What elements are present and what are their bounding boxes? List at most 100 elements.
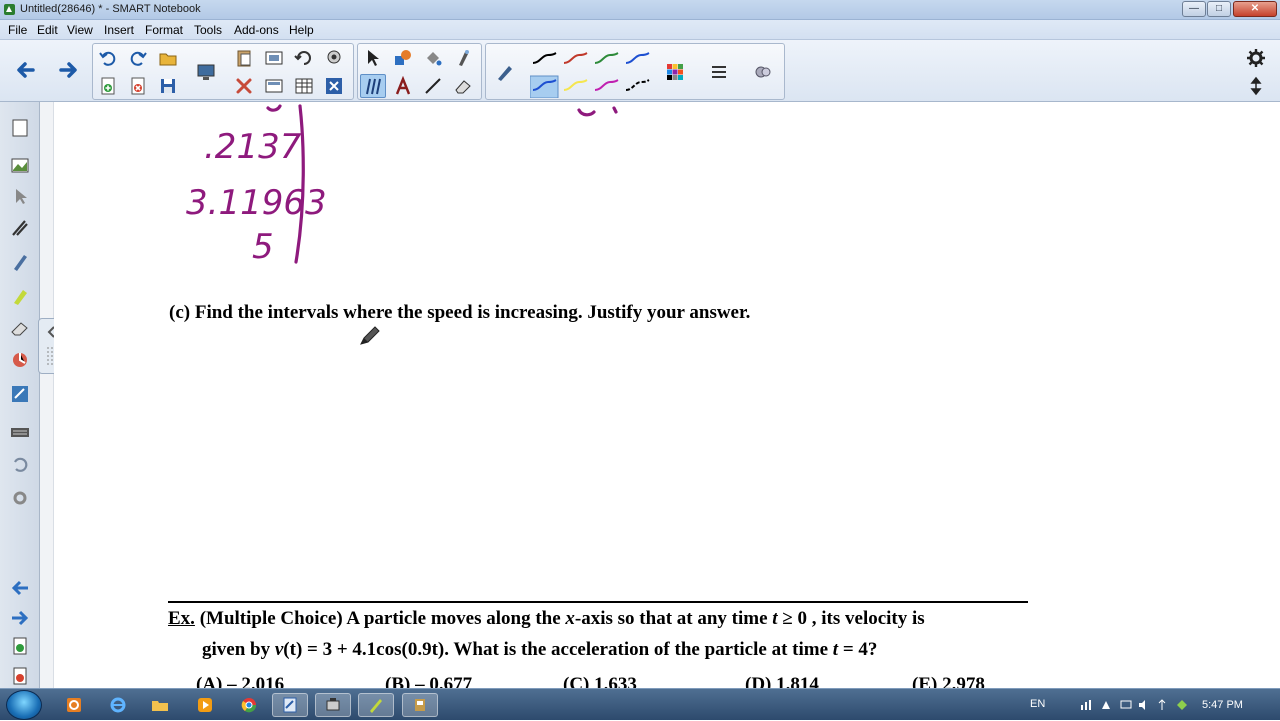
pen-swatch-7[interactable] — [594, 79, 619, 91]
internet-explorer-icon[interactable] — [100, 693, 136, 717]
reset-page-icon[interactable] — [291, 46, 317, 70]
title-bar: Untitled(28646) * - SMART Notebook — □ ✕ — [0, 0, 1280, 20]
menu-view[interactable]: View — [67, 23, 93, 37]
delete-icon[interactable] — [6, 662, 34, 690]
menu-help[interactable]: Help — [289, 23, 314, 37]
page-sorter-icon[interactable] — [6, 114, 34, 142]
file-explorer-icon[interactable] — [142, 693, 178, 717]
properties-icon[interactable] — [706, 60, 732, 84]
pen-swatch-8[interactable] — [625, 79, 650, 91]
chrome-icon[interactable] — [231, 693, 267, 717]
color-palette-icon[interactable] — [662, 60, 688, 84]
window-title: Untitled(28646) * - SMART Notebook — [20, 3, 201, 15]
addons-icon[interactable] — [6, 248, 34, 276]
highlighter-icon[interactable] — [6, 282, 34, 310]
media-player-icon[interactable] — [187, 693, 223, 717]
menu-format[interactable]: Format — [145, 23, 183, 37]
move-toolbar-icon[interactable] — [1243, 74, 1269, 98]
pen-swatch-2[interactable] — [563, 52, 588, 64]
clear-ink-icon[interactable] — [321, 74, 347, 98]
sidebar-scrollbar[interactable] — [40, 102, 54, 688]
pen-swatch-3[interactable] — [594, 52, 619, 64]
menu-file[interactable]: File — [8, 23, 27, 37]
screen-capture-icon[interactable] — [261, 46, 287, 70]
monitor-tray-icon[interactable] — [1120, 699, 1132, 711]
pen-swatch-1[interactable] — [532, 52, 557, 64]
lines-icon[interactable] — [6, 346, 34, 374]
shapes-icon[interactable] — [390, 46, 416, 70]
question-c-text: (c) Find the intervals where the speed i… — [169, 302, 751, 323]
attachments-icon[interactable] — [750, 60, 776, 84]
pen-style-swatches[interactable] — [530, 48, 650, 98]
undo-icon[interactable] — [95, 46, 121, 70]
smart-board-tray-icon[interactable] — [1176, 699, 1188, 711]
properties-icon[interactable] — [6, 214, 34, 242]
undo-icon[interactable] — [6, 450, 34, 478]
document-camera-icon[interactable] — [321, 46, 347, 70]
select-icon[interactable] — [360, 46, 386, 70]
delete-icon[interactable] — [231, 74, 257, 98]
pens-icon[interactable] — [360, 74, 386, 98]
back-icon[interactable] — [6, 574, 34, 602]
pen-icon[interactable] — [492, 60, 518, 84]
ink-value-3: 5 — [252, 227, 274, 267]
menu-tools[interactable]: Tools — [194, 23, 222, 37]
whiteboard-canvas[interactable]: .2137 3.11963 5 (c) Find the intervals w… — [54, 102, 1280, 688]
full-screen-icon[interactable] — [261, 74, 287, 98]
line-icon[interactable] — [420, 74, 446, 98]
add-page-icon[interactable] — [6, 632, 34, 660]
action-center-tray-icon[interactable] — [1100, 699, 1112, 711]
system-tray: EN 5:47 PM — [1020, 689, 1280, 721]
pen-swatch-6[interactable] — [563, 79, 588, 91]
example-text-1a: (Multiple Choice) A particle moves along… — [194, 608, 566, 629]
menu-insert[interactable]: Insert — [104, 23, 134, 37]
attachments-icon[interactable] — [6, 182, 34, 210]
save-icon[interactable] — [155, 74, 181, 98]
ink-value-1: .2137 — [204, 127, 302, 167]
table-icon[interactable] — [291, 74, 317, 98]
redo-icon[interactable] — [125, 46, 151, 70]
back-icon[interactable] — [12, 58, 38, 82]
example-text-2c: = 4? — [838, 639, 878, 660]
settings-icon[interactable] — [6, 484, 34, 512]
keyboard-icon[interactable] — [6, 418, 34, 446]
screen-shade-icon[interactable] — [193, 60, 219, 84]
choice-a: (A) – 2.016 — [196, 674, 285, 688]
choice-c: (C) 1.633 — [563, 674, 637, 688]
language-indicator[interactable]: EN — [1030, 698, 1045, 710]
volume-tray-icon[interactable] — [1138, 699, 1150, 711]
eraser-icon[interactable] — [450, 74, 476, 98]
delete-page-icon[interactable] — [125, 74, 151, 98]
office-icon[interactable] — [56, 693, 92, 717]
paste-icon[interactable] — [231, 46, 257, 70]
forward-icon[interactable] — [56, 58, 82, 82]
section-divider — [168, 601, 1028, 603]
text-icon[interactable] — [390, 74, 416, 98]
pen-tray-taskbar-icon[interactable] — [358, 693, 394, 717]
recorder-taskbar-icon[interactable] — [402, 693, 438, 717]
gallery-icon[interactable] — [6, 152, 34, 180]
usb-tray-icon[interactable] — [1156, 699, 1168, 711]
settings-gear-icon[interactable] — [1243, 46, 1269, 70]
calculator-icon[interactable] — [6, 380, 34, 408]
pen-swatch-4[interactable] — [625, 52, 650, 64]
clock[interactable]: 5:47 PM — [1202, 699, 1243, 711]
minimize-button[interactable]: — — [1182, 1, 1206, 17]
close-button[interactable]: ✕ — [1233, 1, 1277, 17]
network-tray-icon[interactable] — [1080, 699, 1092, 711]
document-camera-taskbar-icon[interactable] — [315, 693, 351, 717]
pen-cursor-icon — [360, 326, 380, 345]
forward-icon[interactable] — [6, 604, 34, 632]
start-button[interactable] — [6, 690, 42, 720]
maximize-button[interactable]: □ — [1207, 1, 1231, 17]
open-icon[interactable] — [155, 46, 181, 70]
smart-notebook-taskbar-icon[interactable] — [272, 693, 308, 717]
magic-pen-icon[interactable] — [450, 46, 476, 70]
eraser-icon[interactable] — [6, 314, 34, 342]
add-page-icon[interactable] — [95, 74, 121, 98]
menu-addons[interactable]: Add-ons — [234, 23, 279, 37]
menu-edit[interactable]: Edit — [37, 23, 58, 37]
fill-icon[interactable] — [420, 46, 446, 70]
pen-swatch-selected-highlight — [530, 75, 559, 98]
choice-b: (B) – 0.677 — [385, 674, 473, 688]
